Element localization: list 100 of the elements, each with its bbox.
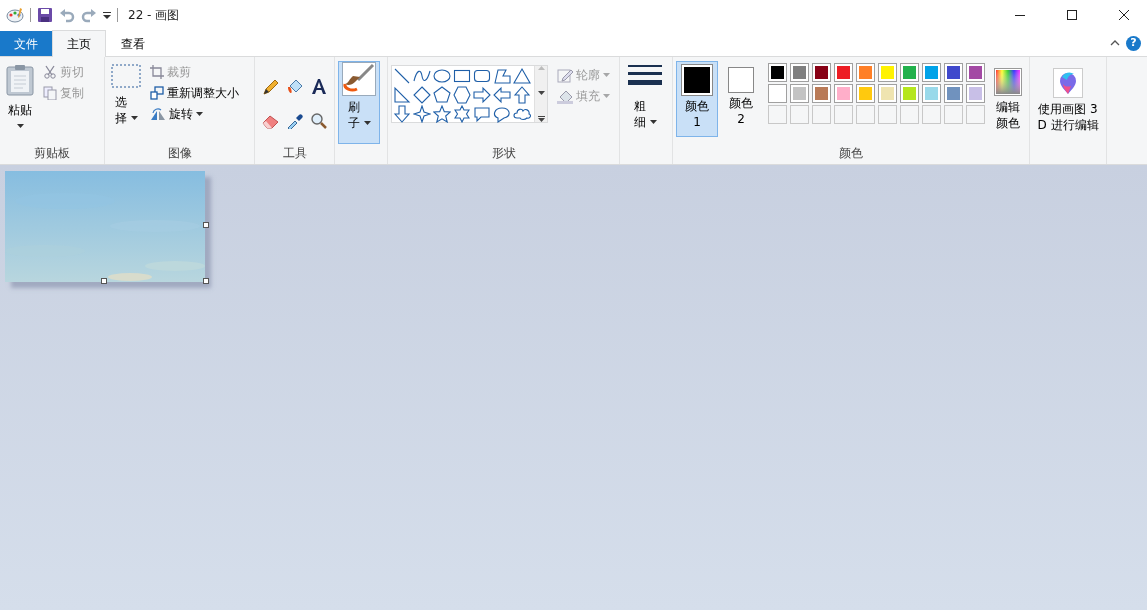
six-point-star-icon[interactable]	[453, 105, 471, 123]
color-swatch[interactable]	[922, 63, 941, 82]
paint-3d-button[interactable]: 使用画图 3 D 进行编辑	[1033, 61, 1103, 144]
palette-icon[interactable]	[6, 7, 24, 23]
scissors-icon	[43, 64, 57, 79]
hexagon-icon[interactable]	[453, 86, 471, 104]
rotate-button[interactable]: 旋转	[148, 103, 241, 124]
copy-icon	[43, 85, 57, 100]
color-swatch[interactable]	[834, 63, 853, 82]
star-icon[interactable]	[433, 105, 451, 123]
caret-icon	[603, 72, 610, 77]
close-icon	[1119, 10, 1129, 20]
group-label: 形状	[490, 145, 517, 162]
empty-color-slot[interactable]	[922, 105, 941, 124]
brush-icon	[342, 62, 376, 96]
empty-color-slot[interactable]	[856, 105, 875, 124]
magnifier-icon[interactable]	[310, 111, 327, 129]
dropdown-icon[interactable]	[103, 11, 111, 19]
empty-color-slot[interactable]	[790, 105, 809, 124]
select-button[interactable]: 选择	[108, 61, 144, 144]
paste-button[interactable]: 粘贴	[3, 61, 37, 144]
four-point-star-icon[interactable]	[413, 105, 431, 123]
file-menu-tab[interactable]: 文件	[0, 31, 52, 56]
color-swatch[interactable]	[856, 63, 875, 82]
rectangle-icon[interactable]	[453, 67, 471, 85]
color-swatch[interactable]	[922, 84, 941, 103]
color-2-button[interactable]: 颜色 2	[720, 61, 762, 137]
size-button[interactable]: 粗细	[623, 61, 667, 144]
color-swatch[interactable]	[878, 63, 897, 82]
caret-icon	[650, 120, 657, 125]
color-swatch[interactable]	[768, 63, 787, 82]
brushes-button[interactable]: 刷子	[338, 61, 380, 144]
rounded-rectangle-icon[interactable]	[473, 67, 491, 85]
text-icon[interactable]	[310, 77, 327, 95]
color-swatch[interactable]	[878, 84, 897, 103]
polygon-icon[interactable]	[493, 67, 511, 85]
caret-icon	[196, 111, 203, 116]
empty-color-slot[interactable]	[966, 105, 985, 124]
empty-color-slot[interactable]	[812, 105, 831, 124]
color-swatch[interactable]	[812, 63, 831, 82]
color-swatch[interactable]	[966, 84, 985, 103]
color-1-button[interactable]: 颜色 1	[676, 61, 718, 137]
color-swatch[interactable]	[966, 63, 985, 82]
edit-colors-button[interactable]: 编辑颜色	[991, 61, 1025, 144]
group-label: 工具	[281, 145, 308, 162]
resize-button[interactable]: 重新调整大小	[148, 82, 241, 103]
resize-handle[interactable]	[101, 278, 107, 284]
color-swatch[interactable]	[812, 84, 831, 103]
triangle-icon[interactable]	[513, 67, 531, 85]
collapse-icon[interactable]	[1110, 40, 1120, 46]
up-arrow-icon[interactable]	[513, 86, 531, 104]
color-swatch[interactable]	[790, 84, 809, 103]
pencil-icon[interactable]	[262, 77, 279, 95]
window-title: 22 - 画图	[128, 7, 180, 24]
right-triangle-icon[interactable]	[393, 86, 411, 104]
empty-color-slot[interactable]	[944, 105, 963, 124]
left-arrow-icon[interactable]	[493, 86, 511, 104]
group-label: 颜色	[838, 145, 864, 162]
color-swatch[interactable]	[900, 63, 919, 82]
empty-color-slot[interactable]	[878, 105, 897, 124]
caret-icon	[16, 124, 24, 129]
oval-callout-icon[interactable]	[493, 105, 511, 123]
speech-bubble-icon[interactable]	[473, 105, 491, 123]
selection-icon	[111, 64, 141, 88]
paint-drop-icon	[1053, 68, 1083, 98]
color-swatch[interactable]	[900, 84, 919, 103]
pentagon-icon[interactable]	[433, 86, 451, 104]
pen-outline-icon	[557, 66, 573, 83]
color-swatch[interactable]	[856, 84, 875, 103]
clipboard-icon	[6, 64, 34, 96]
right-arrow-icon[interactable]	[473, 86, 491, 104]
rotate-icon	[150, 106, 166, 121]
color-swatch[interactable]	[944, 84, 963, 103]
line-icon[interactable]	[393, 67, 411, 85]
color-picker-icon[interactable]	[286, 111, 303, 129]
empty-color-slot[interactable]	[900, 105, 919, 124]
resize-handle[interactable]	[203, 222, 209, 228]
down-arrow-icon[interactable]	[393, 105, 411, 123]
color-swatch[interactable]	[790, 63, 809, 82]
crop-icon	[150, 64, 164, 79]
expand-gallery-icon[interactable]	[537, 116, 545, 122]
caret-icon	[603, 93, 610, 98]
group-label: 图像	[166, 145, 193, 162]
caret-icon	[364, 121, 371, 126]
ribbon-tab[interactable]: 查看	[106, 30, 160, 56]
save-icon[interactable]	[37, 7, 53, 23]
color-swatch[interactable]	[768, 84, 787, 103]
oval-icon[interactable]	[433, 67, 451, 85]
color-swatch[interactable]	[944, 63, 963, 82]
fill-bucket-icon[interactable]	[286, 77, 303, 95]
diamond-icon[interactable]	[413, 86, 431, 104]
caret-icon	[131, 116, 138, 121]
resize-icon	[150, 85, 164, 100]
scroll-down-icon[interactable]	[537, 91, 545, 95]
empty-color-slot[interactable]	[768, 105, 787, 124]
resize-handle[interactable]	[203, 278, 209, 284]
help-button[interactable]: ?	[1126, 35, 1141, 51]
color-swatch[interactable]	[834, 84, 853, 103]
ribbon-tab[interactable]: 主页	[52, 30, 106, 57]
empty-color-slot[interactable]	[834, 105, 853, 124]
